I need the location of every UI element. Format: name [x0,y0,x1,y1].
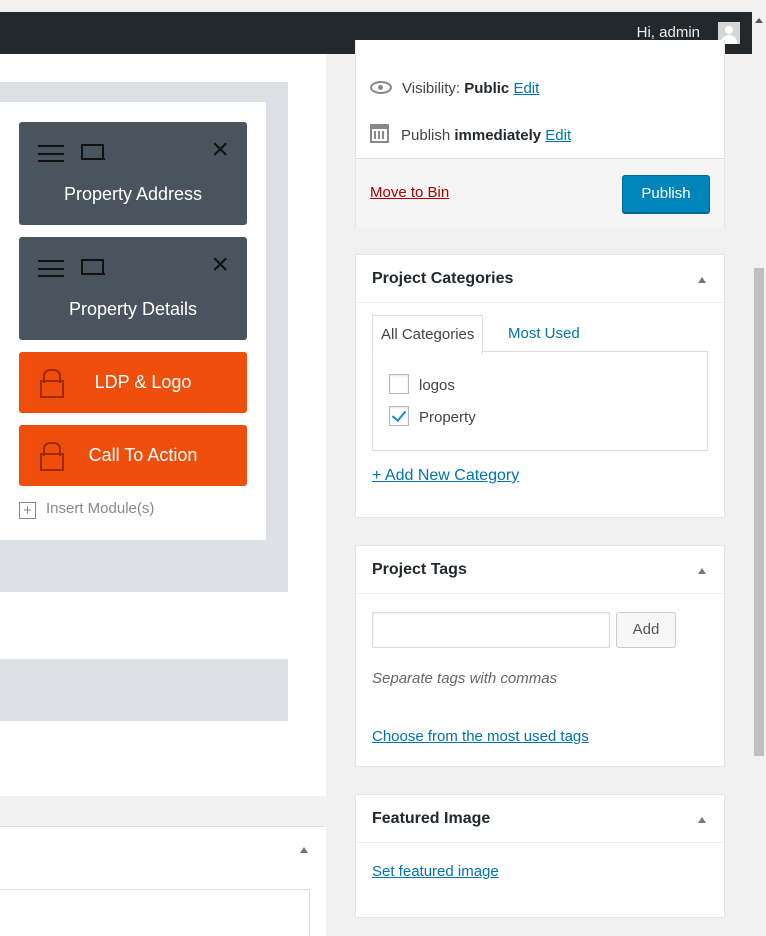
scrollbar-thumb[interactable] [754,268,764,756]
category-item-logos[interactable]: logos [389,374,455,394]
box-header[interactable]: Featured Image [356,795,724,843]
scroll-up-arrow-icon[interactable] [755,18,763,23]
tab-most-used[interactable]: Most Used [500,315,588,355]
module-property-details[interactable]: × Property Details [19,237,247,340]
builder-panel: × Property Address × Property Details LD… [0,54,326,796]
page-scrollbar[interactable] [752,0,766,936]
move-to-bin-link[interactable]: Move to Bin [370,184,449,201]
drag-handle-icon[interactable] [38,145,64,162]
admin-greeting[interactable]: Hi, admin [637,24,700,41]
tab-all-categories[interactable]: All Categories [372,315,484,355]
box-header[interactable]: Project Tags [356,546,724,594]
metabox-content [0,889,310,936]
close-icon[interactable]: × [211,135,229,165]
featured-image-box: Featured Image Set featured image [355,794,725,918]
publish-label: Publish [401,127,451,144]
publish-edit-link[interactable]: Edit [545,127,571,144]
toggle-arrow-icon[interactable] [300,847,308,853]
module-title: Call To Action [88,445,198,465]
publish-date-row: Publish immediately Edit [370,124,571,144]
publish-box: Visibility: Public Edit Publish immediat… [355,40,725,228]
project-tags-box: Project Tags Add Separate tags with comm… [355,545,725,767]
module-title: LDP & Logo [94,372,192,392]
builder-column: × Property Address × Property Details LD… [0,102,266,540]
eye-icon [370,81,392,94]
visibility-label: Visibility: [402,80,461,97]
visibility-value: Public [464,80,510,97]
box-header[interactable]: Project Categories [356,255,724,303]
drag-handle-icon[interactable] [38,260,64,277]
plus-icon: + [19,502,36,519]
checkbox[interactable] [389,374,409,394]
builder-row: × Property Address × Property Details LD… [0,82,288,592]
publish-actions: Move to Bin Publish [356,159,724,228]
box-title: Project Tags [372,561,467,578]
builder-row-collapsed[interactable] [0,659,288,721]
module-property-address[interactable]: × Property Address [19,122,247,225]
duplicate-icon[interactable] [81,259,105,277]
insert-module-button[interactable]: + Insert Module(s) [19,500,154,519]
box-title: Project Categories [372,270,514,287]
close-icon[interactable]: × [211,250,229,280]
add-tag-button[interactable]: Add [616,612,676,648]
module-title: Property Address [63,184,203,204]
checkbox-checked[interactable] [389,406,409,426]
collapse-arrow-icon[interactable] [698,277,706,283]
insert-module-label: Insert Module(s) [46,500,155,517]
set-featured-image-link[interactable]: Set featured image [372,863,499,880]
module-call-to-action[interactable]: Call To Action [19,425,247,486]
category-item-property[interactable]: Property [389,406,476,426]
category-label: Property [419,409,476,426]
publish-button[interactable]: Publish [622,175,710,213]
project-categories-box: Project Categories All Categories Most U… [355,254,725,518]
module-ldp-logo[interactable]: LDP & Logo [19,352,247,413]
publish-value: immediately [454,127,542,144]
category-label: logos [419,377,455,394]
collapse-arrow-icon[interactable] [698,817,706,823]
tag-help-text: Separate tags with commas [372,670,558,687]
calendar-icon [370,124,389,143]
choose-tags-link[interactable]: Choose from the most used tags [372,728,589,745]
metabox-bottom [0,826,326,936]
tag-input[interactable] [372,612,610,648]
category-checklist: logos Property [372,351,708,451]
box-title: Featured Image [372,810,491,827]
visibility-edit-link[interactable]: Edit [513,80,539,97]
add-new-category-link[interactable]: + Add New Category [372,467,519,485]
category-tabs: All Categories Most Used [372,315,708,355]
visibility-row: Visibility: Public Edit [370,80,539,97]
duplicate-icon[interactable] [81,144,105,162]
module-title: Property Details [68,299,198,319]
collapse-arrow-icon[interactable] [698,568,706,574]
